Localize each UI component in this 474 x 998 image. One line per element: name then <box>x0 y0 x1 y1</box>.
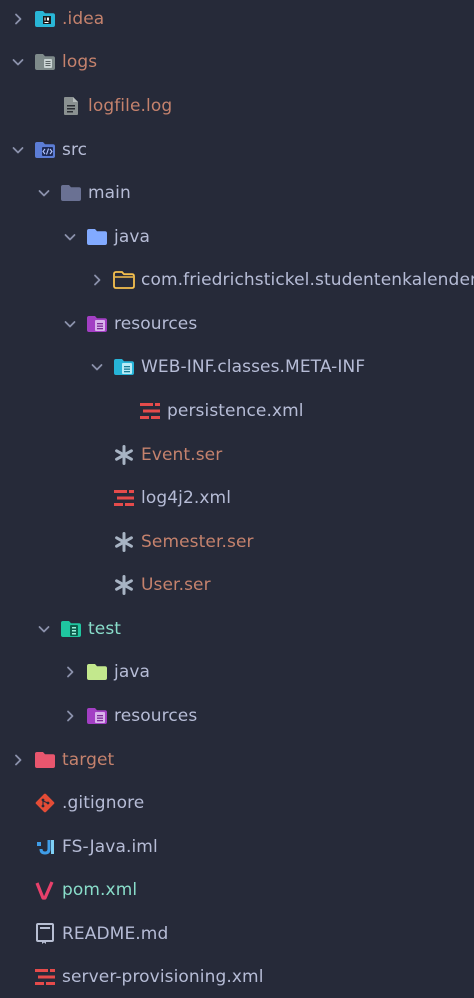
chevron-down-icon[interactable] <box>38 623 50 635</box>
tree-item-label: java <box>114 227 151 247</box>
tree-item-semester-ser[interactable]: Semester.ser <box>0 524 474 560</box>
tree-item-label: Event.ser <box>141 445 223 465</box>
tree-item-user-ser[interactable]: User.ser <box>0 567 474 603</box>
target-folder-icon <box>34 750 56 770</box>
chevron-down-icon[interactable] <box>64 231 76 243</box>
chevron-right-icon[interactable] <box>12 754 24 766</box>
log-file-icon <box>60 96 82 116</box>
maven-icon <box>34 880 56 900</box>
logs-folder-icon <box>34 52 56 72</box>
xml-file-icon <box>113 488 135 508</box>
tree-item-test-resources-folder[interactable]: resources <box>0 698 474 734</box>
java-folder-icon <box>86 227 108 247</box>
package-folder-icon <box>113 270 135 290</box>
tree-item-label: src <box>62 140 88 160</box>
tree-item-label: .gitignore <box>62 793 145 813</box>
tree-item-label: target <box>62 750 115 770</box>
chevron-right-icon[interactable] <box>91 274 103 286</box>
tree-item-label: logfile.log <box>88 96 173 116</box>
chevron-right-icon[interactable] <box>64 666 76 678</box>
tree-item-resources-folder[interactable]: resources <box>0 306 474 342</box>
tree-item-target-folder[interactable]: target <box>0 742 474 778</box>
tree-item-gitignore[interactable]: .gitignore <box>0 785 474 821</box>
tree-item-label: log4j2.xml <box>141 488 232 508</box>
tree-item-label: User.ser <box>141 575 211 595</box>
tree-item-logs-folder[interactable]: logs <box>0 44 474 80</box>
tree-item-label: WEB-INF.classes.META-INF <box>141 357 366 377</box>
tree-item-java-folder[interactable]: java <box>0 219 474 255</box>
readme-book-icon <box>34 923 56 944</box>
tree-item-readme[interactable]: README.md <box>0 916 474 952</box>
tree-item-server-provisioning-xml[interactable]: server-provisioning.xml <box>0 959 474 995</box>
chevron-right-icon[interactable] <box>64 710 76 722</box>
chevron-right-icon[interactable] <box>12 13 24 25</box>
xml-file-icon <box>139 401 161 421</box>
tree-item-label: logs <box>62 52 98 72</box>
chevron-down-icon[interactable] <box>12 56 24 68</box>
tree-item-test-java-folder[interactable]: java <box>0 654 474 690</box>
java-folder-icon <box>86 662 108 682</box>
chevron-down-icon[interactable] <box>91 361 103 373</box>
resources-folder-icon <box>86 706 108 726</box>
chevron-down-icon[interactable] <box>38 187 50 199</box>
tree-item-main-folder[interactable]: main <box>0 175 474 211</box>
intellij-module-icon <box>34 837 56 857</box>
test-folder-icon <box>60 619 82 639</box>
tree-item-fs-java-iml[interactable]: FS-Java.iml <box>0 829 474 865</box>
tree-item-label: resources <box>114 706 198 726</box>
tree-item-label: README.md <box>62 924 169 944</box>
tree-item-label: main <box>88 183 131 203</box>
tree-item-label: pom.xml <box>62 880 138 900</box>
tree-item-label: test <box>88 619 122 639</box>
tree-item-label: FS-Java.iml <box>62 837 158 857</box>
chevron-down-icon[interactable] <box>64 318 76 330</box>
tree-item-persistence-xml[interactable]: persistence.xml <box>0 393 474 429</box>
resources-folder-icon <box>86 314 108 334</box>
asterisk-file-icon <box>113 532 135 552</box>
tree-item-label: .idea <box>62 9 105 29</box>
config-folder-icon <box>113 357 135 377</box>
tree-item-idea-folder[interactable]: .idea <box>0 1 474 37</box>
chevron-down-icon[interactable] <box>12 144 24 156</box>
tree-item-log4j2-xml[interactable]: log4j2.xml <box>0 480 474 516</box>
tree-item-package-folder[interactable]: com.friedrichstickel.studentenkalender <box>0 262 474 298</box>
tree-item-label: persistence.xml <box>167 401 304 421</box>
git-icon <box>34 793 56 813</box>
tree-item-pom-xml[interactable]: pom.xml <box>0 872 474 908</box>
tree-item-label: Semester.ser <box>141 532 254 552</box>
tree-item-label: java <box>114 662 151 682</box>
folder-icon <box>60 183 82 203</box>
tree-item-label: com.friedrichstickel.studentenkalender <box>141 270 474 290</box>
tree-item-label: server-provisioning.xml <box>62 967 264 987</box>
tree-item-src-folder[interactable]: src <box>0 132 474 168</box>
tree-item-label: resources <box>114 314 198 334</box>
idea-folder-icon <box>34 9 56 29</box>
tree-item-event-ser[interactable]: Event.ser <box>0 437 474 473</box>
asterisk-file-icon <box>113 445 135 465</box>
asterisk-file-icon <box>113 575 135 595</box>
xml-file-icon <box>34 967 56 987</box>
tree-item-logfile[interactable]: logfile.log <box>0 88 474 124</box>
file-explorer-tree: .idea logs logfile.log src main java com… <box>0 0 474 998</box>
tree-item-webinf-folder[interactable]: WEB-INF.classes.META-INF <box>0 349 474 385</box>
tree-item-test-folder[interactable]: test <box>0 611 474 647</box>
src-folder-icon <box>34 140 56 160</box>
